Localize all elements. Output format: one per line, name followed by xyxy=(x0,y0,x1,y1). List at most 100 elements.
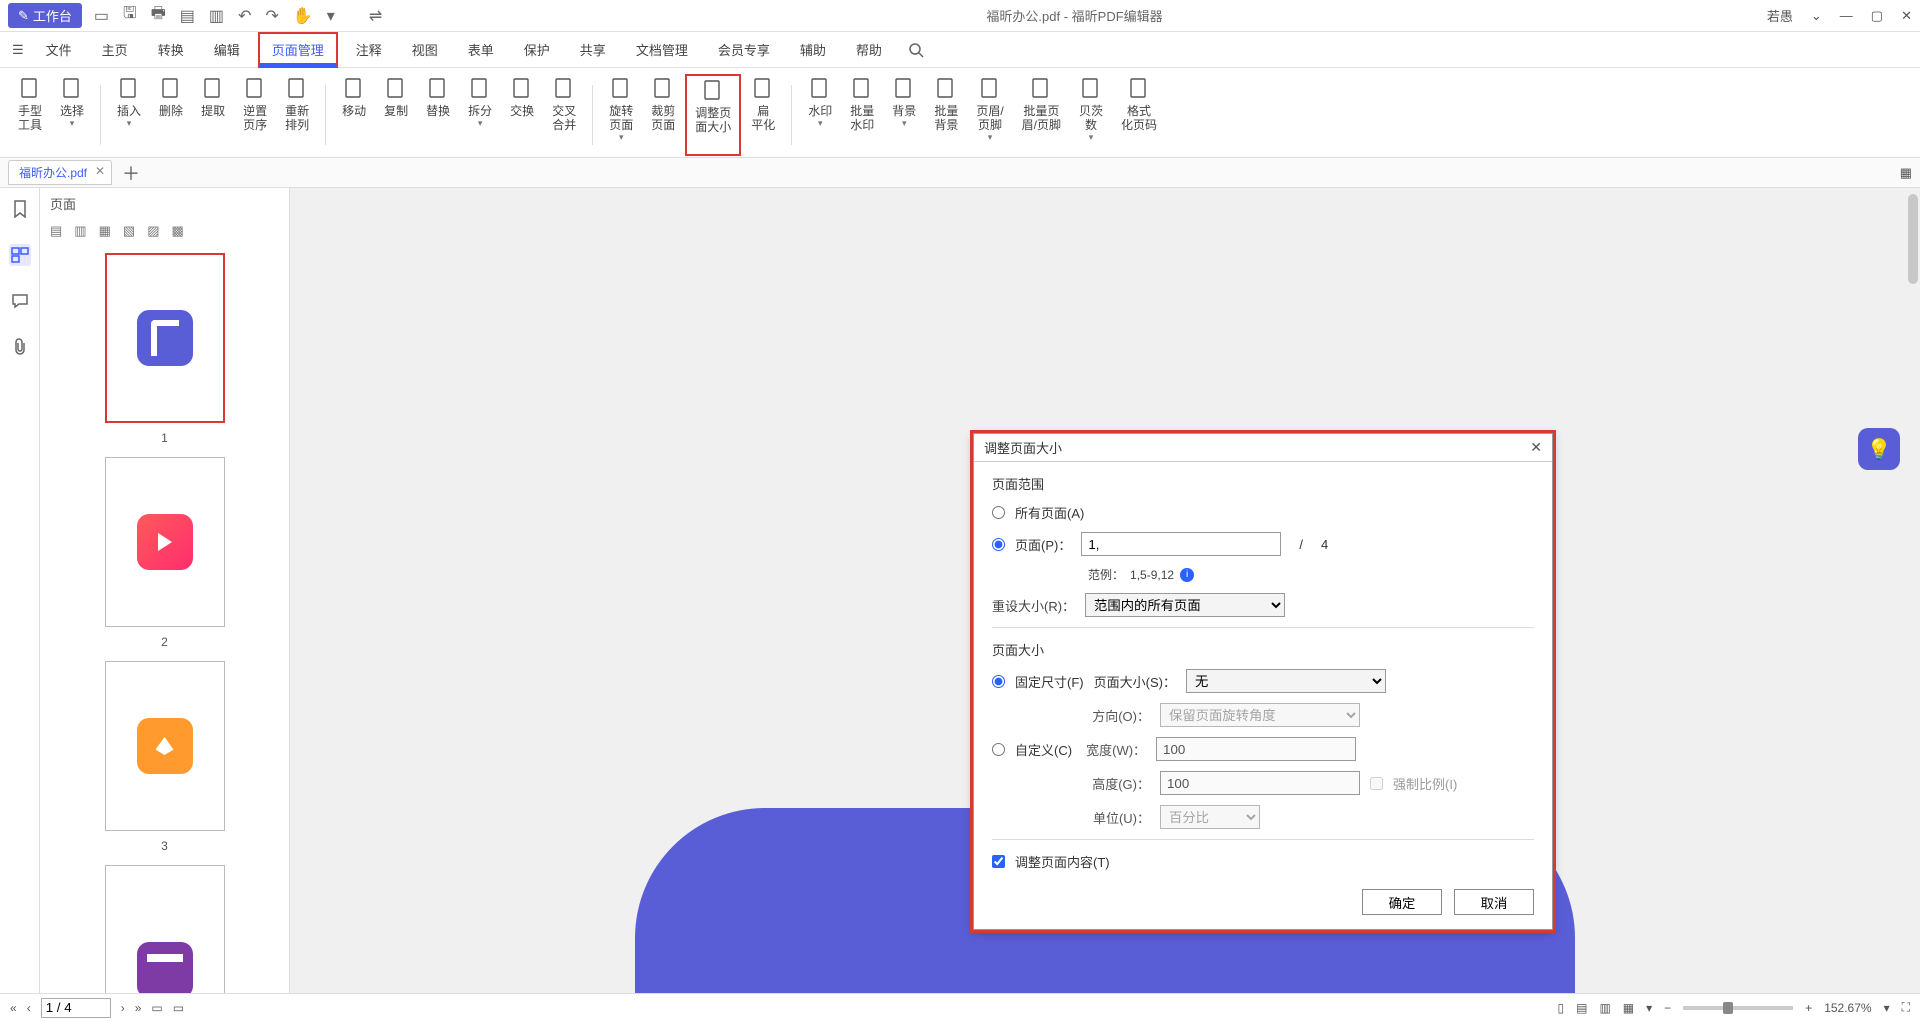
page-add-icon[interactable]: ▤ xyxy=(180,6,195,26)
view-facing-cont-icon[interactable]: ▦ xyxy=(1623,1001,1634,1015)
first-page-icon[interactable]: « xyxy=(10,1001,17,1015)
ribbon-select-tool[interactable]: 选择▾ xyxy=(52,74,92,156)
thumbnails-icon[interactable] xyxy=(9,244,31,266)
resize-select[interactable]: 范围内的所有页面 xyxy=(1085,593,1285,617)
nav-tool-1-icon[interactable]: ▭ xyxy=(151,1001,162,1015)
menu-help[interactable]: 帮助 xyxy=(844,34,894,65)
menu-view[interactable]: 视图 xyxy=(400,34,450,65)
vertical-scrollbar[interactable] xyxy=(1908,194,1918,284)
comments-icon[interactable] xyxy=(9,290,31,312)
hand-icon[interactable]: ✋ xyxy=(293,6,313,26)
menu-edit[interactable]: 编辑 xyxy=(202,34,252,65)
page-add2-icon[interactable]: ▥ xyxy=(209,6,224,26)
ribbon-rotate[interactable]: 旋转 页面▾ xyxy=(601,74,641,156)
doc-tab[interactable]: 福昕办公.pdf ✕ xyxy=(8,160,112,185)
thumb-tool-2-icon[interactable]: ▥ xyxy=(74,223,86,239)
ribbon-hand-tool[interactable]: 手型 工具 xyxy=(10,74,50,156)
document-canvas[interactable]: 💡 调整页面大小 ✕ 页面范围 所有页面(A) 页面(P)： / 4 xyxy=(290,188,1920,993)
thumb-tool-1-icon[interactable]: ▤ xyxy=(50,223,62,239)
menu-protect[interactable]: 保护 xyxy=(512,34,562,65)
dialog-titlebar[interactable]: 调整页面大小 ✕ xyxy=(974,434,1552,462)
close-tab-icon[interactable]: ✕ xyxy=(95,164,105,178)
print-icon[interactable]: 🖶 xyxy=(151,2,166,29)
bookmark-icon[interactable] xyxy=(9,198,31,220)
help-bubble[interactable]: 💡 xyxy=(1858,428,1900,470)
attachment-icon[interactable] xyxy=(9,336,31,358)
pages-input[interactable] xyxy=(1081,532,1281,556)
zoom-in-icon[interactable]: + xyxy=(1805,1001,1812,1015)
nav-tool-2-icon[interactable]: ▭ xyxy=(173,1001,184,1015)
open-icon[interactable]: ▭ xyxy=(94,6,109,26)
ribbon-crop[interactable]: 裁剪 页面 xyxy=(643,74,683,156)
ribbon-batch-background[interactable]: 批量 背景 xyxy=(926,74,966,156)
cancel-button[interactable]: 取消 xyxy=(1454,889,1534,915)
menu-page-manage[interactable]: 页面管理 xyxy=(258,32,338,68)
ribbon-batch-watermark[interactable]: 批量 水印 xyxy=(842,74,882,156)
user-dropdown-icon[interactable]: ⌄ xyxy=(1811,8,1822,24)
last-page-icon[interactable]: » xyxy=(135,1001,142,1015)
minimize-icon[interactable]: — xyxy=(1840,8,1853,23)
hamburger-icon[interactable]: ☰ xyxy=(12,42,24,58)
menu-convert[interactable]: 转换 xyxy=(146,34,196,65)
ribbon-insert[interactable]: 插入▾ xyxy=(109,74,149,156)
ribbon-background[interactable]: 背景▾ xyxy=(884,74,924,156)
menu-form[interactable]: 表单 xyxy=(456,34,506,65)
menu-file[interactable]: 文件 xyxy=(34,34,84,65)
menu-share[interactable]: 共享 xyxy=(568,34,618,65)
fullscreen-icon[interactable]: ⛶ xyxy=(1902,1000,1910,1015)
ribbon-batch-header-footer[interactable]: 批量页 眉/页脚 xyxy=(1014,74,1069,156)
view-facing-icon[interactable]: ▥ xyxy=(1599,1001,1610,1015)
ribbon-extract[interactable]: 提取 xyxy=(193,74,233,156)
undo-icon[interactable]: ↶ xyxy=(238,6,251,26)
ribbon-reverse[interactable]: 逆置 页序 xyxy=(235,74,275,156)
ribbon-move[interactable]: 移动 xyxy=(334,74,374,156)
prev-page-icon[interactable]: ‹ xyxy=(27,1001,31,1015)
ok-button[interactable]: 确定 xyxy=(1362,889,1442,915)
thumb-tool-5-icon[interactable]: ▨ xyxy=(147,223,159,239)
fixed-size-radio[interactable] xyxy=(992,675,1005,688)
zoom-dropdown-icon[interactable]: ▾ xyxy=(1884,1001,1890,1015)
all-pages-radio[interactable] xyxy=(992,506,1005,519)
ribbon-replace[interactable]: 替换 xyxy=(418,74,458,156)
ribbon-split[interactable]: 拆分▾ xyxy=(460,74,500,156)
pagesize-select[interactable]: 无 xyxy=(1186,669,1386,693)
menu-annotate[interactable]: 注释 xyxy=(344,34,394,65)
close-window-icon[interactable]: ✕ xyxy=(1901,8,1912,24)
qat-dropdown-icon[interactable]: ▾ xyxy=(327,6,335,26)
ribbon-bates[interactable]: 贝茨 数▾ xyxy=(1071,74,1111,156)
custom-size-radio[interactable] xyxy=(992,743,1005,756)
view-single-icon[interactable]: ▯ xyxy=(1557,1001,1564,1015)
thumb-tool-6-icon[interactable]: ▩ xyxy=(171,223,183,239)
ribbon-flatten[interactable]: 扁 平化 xyxy=(743,74,783,156)
thumb-tool-3-icon[interactable]: ▦ xyxy=(99,223,111,239)
thumbnail-page-4[interactable] xyxy=(105,865,225,993)
add-tab-icon[interactable]: ＋ xyxy=(122,160,140,186)
menu-doc-manage[interactable]: 文档管理 xyxy=(624,34,700,65)
ribbon-rearrange[interactable]: 重新 排列 xyxy=(277,74,317,156)
ribbon-swap[interactable]: 交换 xyxy=(502,74,542,156)
redo-icon[interactable]: ↷ xyxy=(265,6,278,26)
thumbnail-page-3[interactable] xyxy=(105,661,225,831)
thumb-tool-4-icon[interactable]: ▧ xyxy=(123,223,135,239)
thumbnail-page-1[interactable] xyxy=(105,253,225,423)
view-more-icon[interactable]: ▾ xyxy=(1646,1001,1652,1015)
thumbnail-scroll[interactable]: 1 2 3 xyxy=(40,243,289,993)
search-icon[interactable] xyxy=(908,42,924,58)
maximize-icon[interactable]: ▢ xyxy=(1871,8,1883,24)
ribbon-format-page-number[interactable]: 格式 化页码 xyxy=(1113,74,1165,156)
view-cont-icon[interactable]: ▤ xyxy=(1576,1001,1587,1015)
ribbon-delete[interactable]: 删除 xyxy=(151,74,191,156)
workspace-button[interactable]: ✎ 工作台 xyxy=(8,3,82,28)
dialog-close-icon[interactable]: ✕ xyxy=(1530,439,1542,456)
menu-assist[interactable]: 辅助 xyxy=(788,34,838,65)
menu-member[interactable]: 会员专享 xyxy=(706,34,782,65)
ribbon-cross-merge[interactable]: 交叉 合并 xyxy=(544,74,584,156)
page-input[interactable] xyxy=(41,998,111,1018)
info-icon[interactable]: i xyxy=(1180,568,1194,582)
ribbon-watermark[interactable]: 水印▾ xyxy=(800,74,840,156)
zoom-slider[interactable] xyxy=(1683,1006,1793,1010)
tabstrip-tool-icon[interactable]: ▦ xyxy=(1900,165,1912,181)
adjust-content-check[interactable] xyxy=(992,855,1005,868)
qat-more-icon[interactable]: ⇌ xyxy=(369,6,382,26)
menu-home[interactable]: 主页 xyxy=(90,34,140,65)
